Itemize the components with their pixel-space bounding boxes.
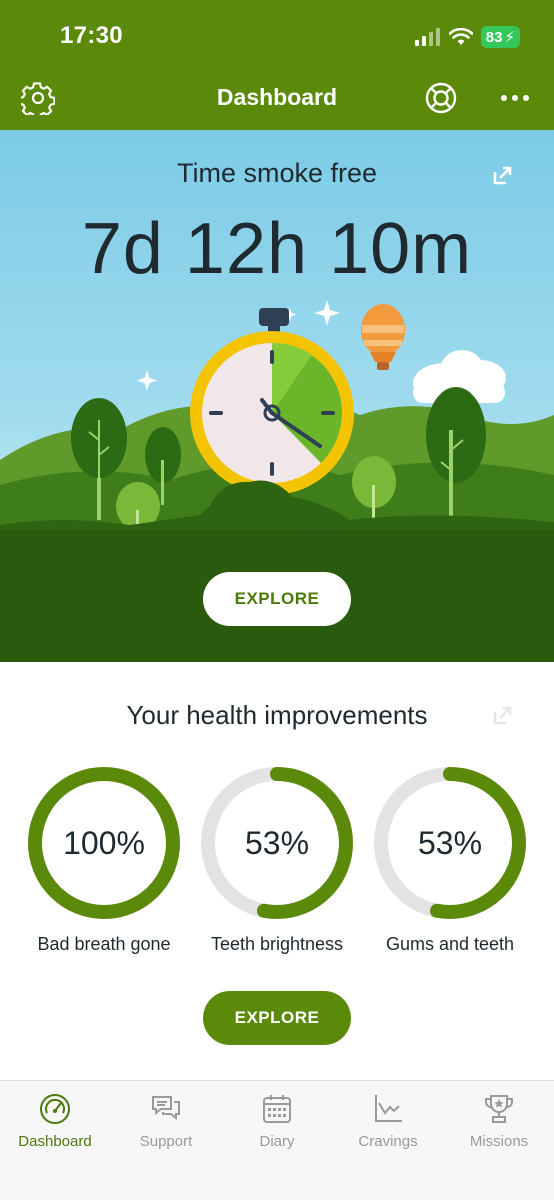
hero-explore-button[interactable]: EXPLORE <box>203 572 351 626</box>
tab-label: Diary <box>259 1133 295 1150</box>
page-title: Dashboard <box>216 84 338 110</box>
trophy-icon <box>485 1095 513 1123</box>
more-button[interactable] <box>497 80 533 116</box>
health-section-title: Your health improvements <box>126 700 428 730</box>
tab-diary[interactable]: Diary <box>222 1093 332 1150</box>
health-percent: 53% <box>417 824 483 861</box>
status-icons: 83 ⚡ <box>414 24 520 50</box>
battery-indicator: 83 ⚡ <box>480 26 520 48</box>
time-smoke-free-card: Time smoke free 7d 12h 10m EXPLORE <box>0 130 554 662</box>
help-button[interactable] <box>423 80 459 116</box>
health-caption: Teeth brightness <box>210 934 344 954</box>
hero-title: Time smoke free <box>176 158 378 188</box>
chat-icon <box>152 1096 180 1121</box>
wifi-icon <box>448 28 473 45</box>
lifebuoy-icon <box>425 82 457 114</box>
health-explore-button[interactable]: EXPLORE <box>203 991 351 1045</box>
health-percent: 53% <box>244 824 310 861</box>
bottom-tab-bar: Dashboard Support Diary Cravings Mission… <box>0 1080 554 1200</box>
charging-icon: ⚡ <box>504 29 515 46</box>
health-caption: Bad breath gone <box>37 934 171 954</box>
chart-icon <box>375 1095 402 1122</box>
tab-label: Cravings <box>358 1133 418 1150</box>
health-ring-gums-teeth[interactable]: 53% <box>373 766 527 920</box>
speedometer-icon <box>40 1094 70 1124</box>
battery-level: 83 <box>485 28 503 46</box>
signal-icon <box>414 28 440 46</box>
health-ring-bad-breath[interactable]: 100% <box>27 766 181 920</box>
tab-support[interactable]: Support <box>111 1093 221 1150</box>
status-time: 17:30 <box>60 22 123 49</box>
more-icon <box>501 95 529 101</box>
health-caption: Gums and teeth <box>385 934 515 954</box>
tab-label: Dashboard <box>18 1133 92 1150</box>
hero-expand-button[interactable] <box>490 162 516 188</box>
app-header: 17:30 83 ⚡ Dashboard <box>0 0 554 130</box>
smoke-free-timer: 7d 12h 10m <box>81 209 473 289</box>
tab-missions[interactable]: Missions <box>444 1093 554 1150</box>
health-percent: 100% <box>63 824 145 861</box>
external-link-icon <box>493 706 512 725</box>
calendar-icon <box>263 1095 291 1123</box>
tab-label: Support <box>139 1133 193 1150</box>
external-link-icon <box>493 166 512 185</box>
tab-cravings[interactable]: Cravings <box>333 1093 443 1150</box>
health-expand-button[interactable] <box>490 702 516 728</box>
health-ring-teeth-brightness[interactable]: 53% <box>200 766 354 920</box>
tab-dashboard[interactable]: Dashboard <box>0 1093 110 1150</box>
tab-label: Missions <box>469 1133 529 1150</box>
